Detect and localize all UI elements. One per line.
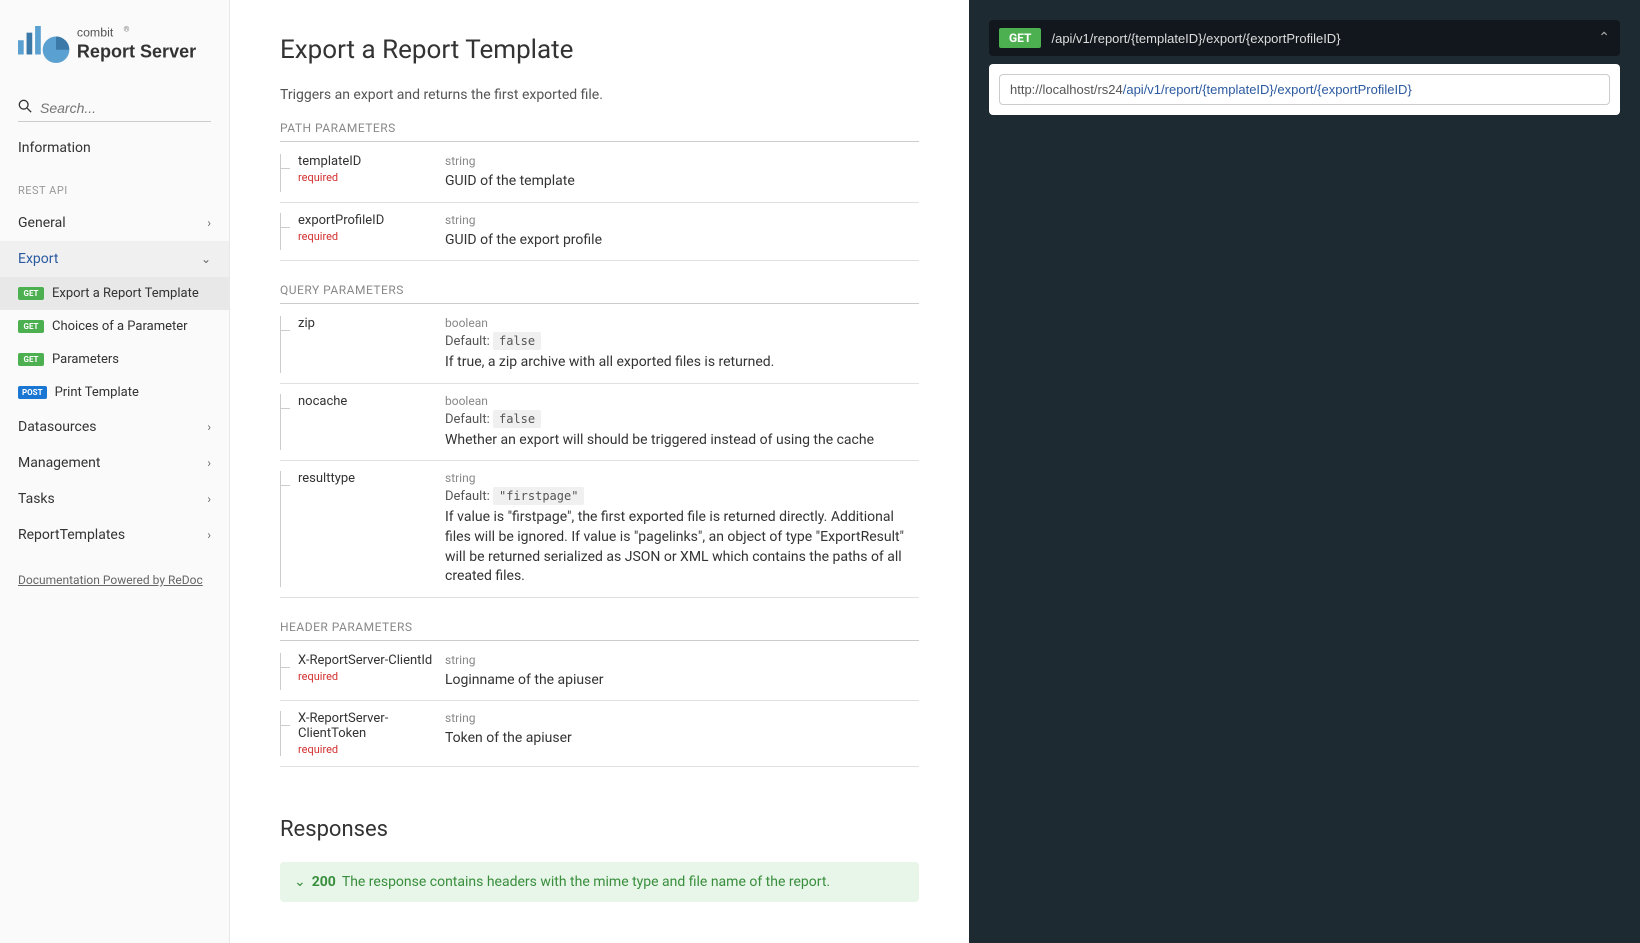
nav-information[interactable]: Information (0, 130, 229, 166)
svg-text:Report Server: Report Server (77, 41, 196, 61)
search-icon (18, 99, 32, 117)
nav-sub-label: Choices of a Parameter (52, 319, 188, 334)
param-desc: If true, a zip archive with all exported… (445, 353, 919, 373)
param-default: Default: false (445, 412, 919, 427)
nav-label: Export (18, 251, 58, 267)
section-query-params: QUERY PARAMETERS (280, 283, 919, 304)
param-desc: GUID of the template (445, 172, 919, 192)
url-input[interactable]: http://localhost/rs24/api/v1/report/{tem… (999, 74, 1610, 105)
nav-sub-label: Parameters (52, 352, 119, 367)
method-badge-get: GET (18, 287, 44, 300)
chevron-right-icon: › (207, 456, 211, 470)
nav-sub-export-report-template[interactable]: GET Export a Report Template (0, 277, 229, 310)
svg-text:combit: combit (77, 25, 114, 39)
param-default: Default: false (445, 334, 919, 349)
param-required: required (298, 230, 445, 243)
nav-reporttemplates[interactable]: ReportTemplates › (0, 517, 229, 553)
param-required: required (298, 743, 445, 756)
param-required: required (298, 670, 445, 683)
param-name: X-ReportServer-ClientId (298, 653, 445, 668)
nav-label: Information (18, 140, 91, 156)
param-row: zip boolean Default: false If true, a zi… (280, 306, 919, 384)
param-type: boolean (445, 394, 919, 408)
nav-sub-choices-parameter[interactable]: GET Choices of a Parameter (0, 310, 229, 343)
param-required: required (298, 171, 445, 184)
nav-management[interactable]: Management › (0, 445, 229, 481)
param-name: X-ReportServer-ClientToken (298, 711, 445, 741)
param-desc: GUID of the export profile (445, 231, 919, 251)
right-panel: GET /api/v1/report/{templateID}/export/{… (969, 0, 1640, 943)
logo: combit ® Report Server (0, 15, 229, 89)
page-description: Triggers an export and returns the first… (280, 87, 919, 103)
section-label-restapi: REST API (0, 166, 229, 205)
search-input[interactable] (40, 100, 211, 116)
param-row: templateID required string GUID of the t… (280, 144, 919, 203)
param-desc: Loginname of the apiuser (445, 671, 919, 691)
main: Export a Report Template Triggers an exp… (230, 0, 1640, 943)
nav-datasources[interactable]: Datasources › (0, 409, 229, 445)
sidebar: combit ® Report Server Information REST … (0, 0, 230, 943)
footer-link[interactable]: Documentation Powered by ReDoc (0, 553, 229, 607)
chevron-down-icon: ⌄ (294, 874, 306, 890)
responses-heading: Responses (280, 817, 919, 842)
nav-sub-parameters[interactable]: GET Parameters (0, 343, 229, 376)
nav-sub-label: Print Template (55, 385, 139, 400)
section-path-params: PATH PARAMETERS (280, 121, 919, 142)
method-badge-get: GET (18, 353, 44, 366)
endpoint-path: /api/v1/report/{templateID}/export/{expo… (1051, 31, 1588, 46)
chevron-right-icon: › (207, 492, 211, 506)
param-row: X-ReportServer-ClientToken required stri… (280, 701, 919, 767)
nav-sub-label: Export a Report Template (52, 286, 199, 301)
response-200[interactable]: ⌄ 200 The response contains headers with… (280, 862, 919, 902)
nav-general[interactable]: General › (0, 205, 229, 241)
param-default: Default: "firstpage" (445, 489, 919, 504)
param-desc: Token of the apiuser (445, 729, 919, 749)
param-type: string (445, 154, 919, 168)
param-row: resulttype string Default: "firstpage" I… (280, 461, 919, 597)
nav-label: ReportTemplates (18, 527, 125, 543)
param-name: zip (298, 316, 445, 331)
nav-label: Datasources (18, 419, 97, 435)
param-type: boolean (445, 316, 919, 330)
param-name: nocache (298, 394, 445, 409)
section-header-params: HEADER PARAMETERS (280, 620, 919, 641)
param-row: nocache boolean Default: false Whether a… (280, 384, 919, 462)
url-box: http://localhost/rs24/api/v1/report/{tem… (989, 64, 1620, 115)
method-badge-post: POST (18, 386, 47, 399)
page-title: Export a Report Template (280, 35, 919, 65)
response-code: 200 (312, 874, 336, 890)
param-type: string (445, 653, 919, 667)
param-name: resulttype (298, 471, 445, 486)
param-type: string (445, 711, 919, 725)
search-box[interactable] (18, 99, 211, 122)
param-desc: If value is "firstpage", the first expor… (445, 508, 919, 586)
param-name: templateID (298, 154, 445, 169)
endpoint-bar[interactable]: GET /api/v1/report/{templateID}/export/{… (989, 20, 1620, 56)
param-type: string (445, 471, 919, 485)
param-type: string (445, 213, 919, 227)
nav-tasks[interactable]: Tasks › (0, 481, 229, 517)
chevron-right-icon: › (207, 420, 211, 434)
svg-text:®: ® (123, 25, 129, 34)
param-name: exportProfileID (298, 213, 445, 228)
nav-label: Tasks (18, 491, 55, 507)
chevron-down-icon: ⌄ (201, 252, 211, 266)
nav-sub-print-template[interactable]: POST Print Template (0, 376, 229, 409)
chevron-right-icon: › (207, 216, 211, 230)
response-text: The response contains headers with the m… (342, 874, 830, 890)
content: Export a Report Template Triggers an exp… (230, 0, 969, 943)
param-desc: Whether an export will should be trigger… (445, 431, 919, 451)
nav-label: Management (18, 455, 100, 471)
nav-export[interactable]: Export ⌄ (0, 241, 229, 277)
param-row: X-ReportServer-ClientId required string … (280, 643, 919, 702)
param-row: exportProfileID required string GUID of … (280, 203, 919, 262)
chevron-up-icon: ⌃ (1598, 30, 1610, 46)
chevron-right-icon: › (207, 528, 211, 542)
nav-label: General (18, 215, 66, 231)
method-badge-get: GET (18, 320, 44, 333)
method-badge: GET (999, 28, 1041, 48)
